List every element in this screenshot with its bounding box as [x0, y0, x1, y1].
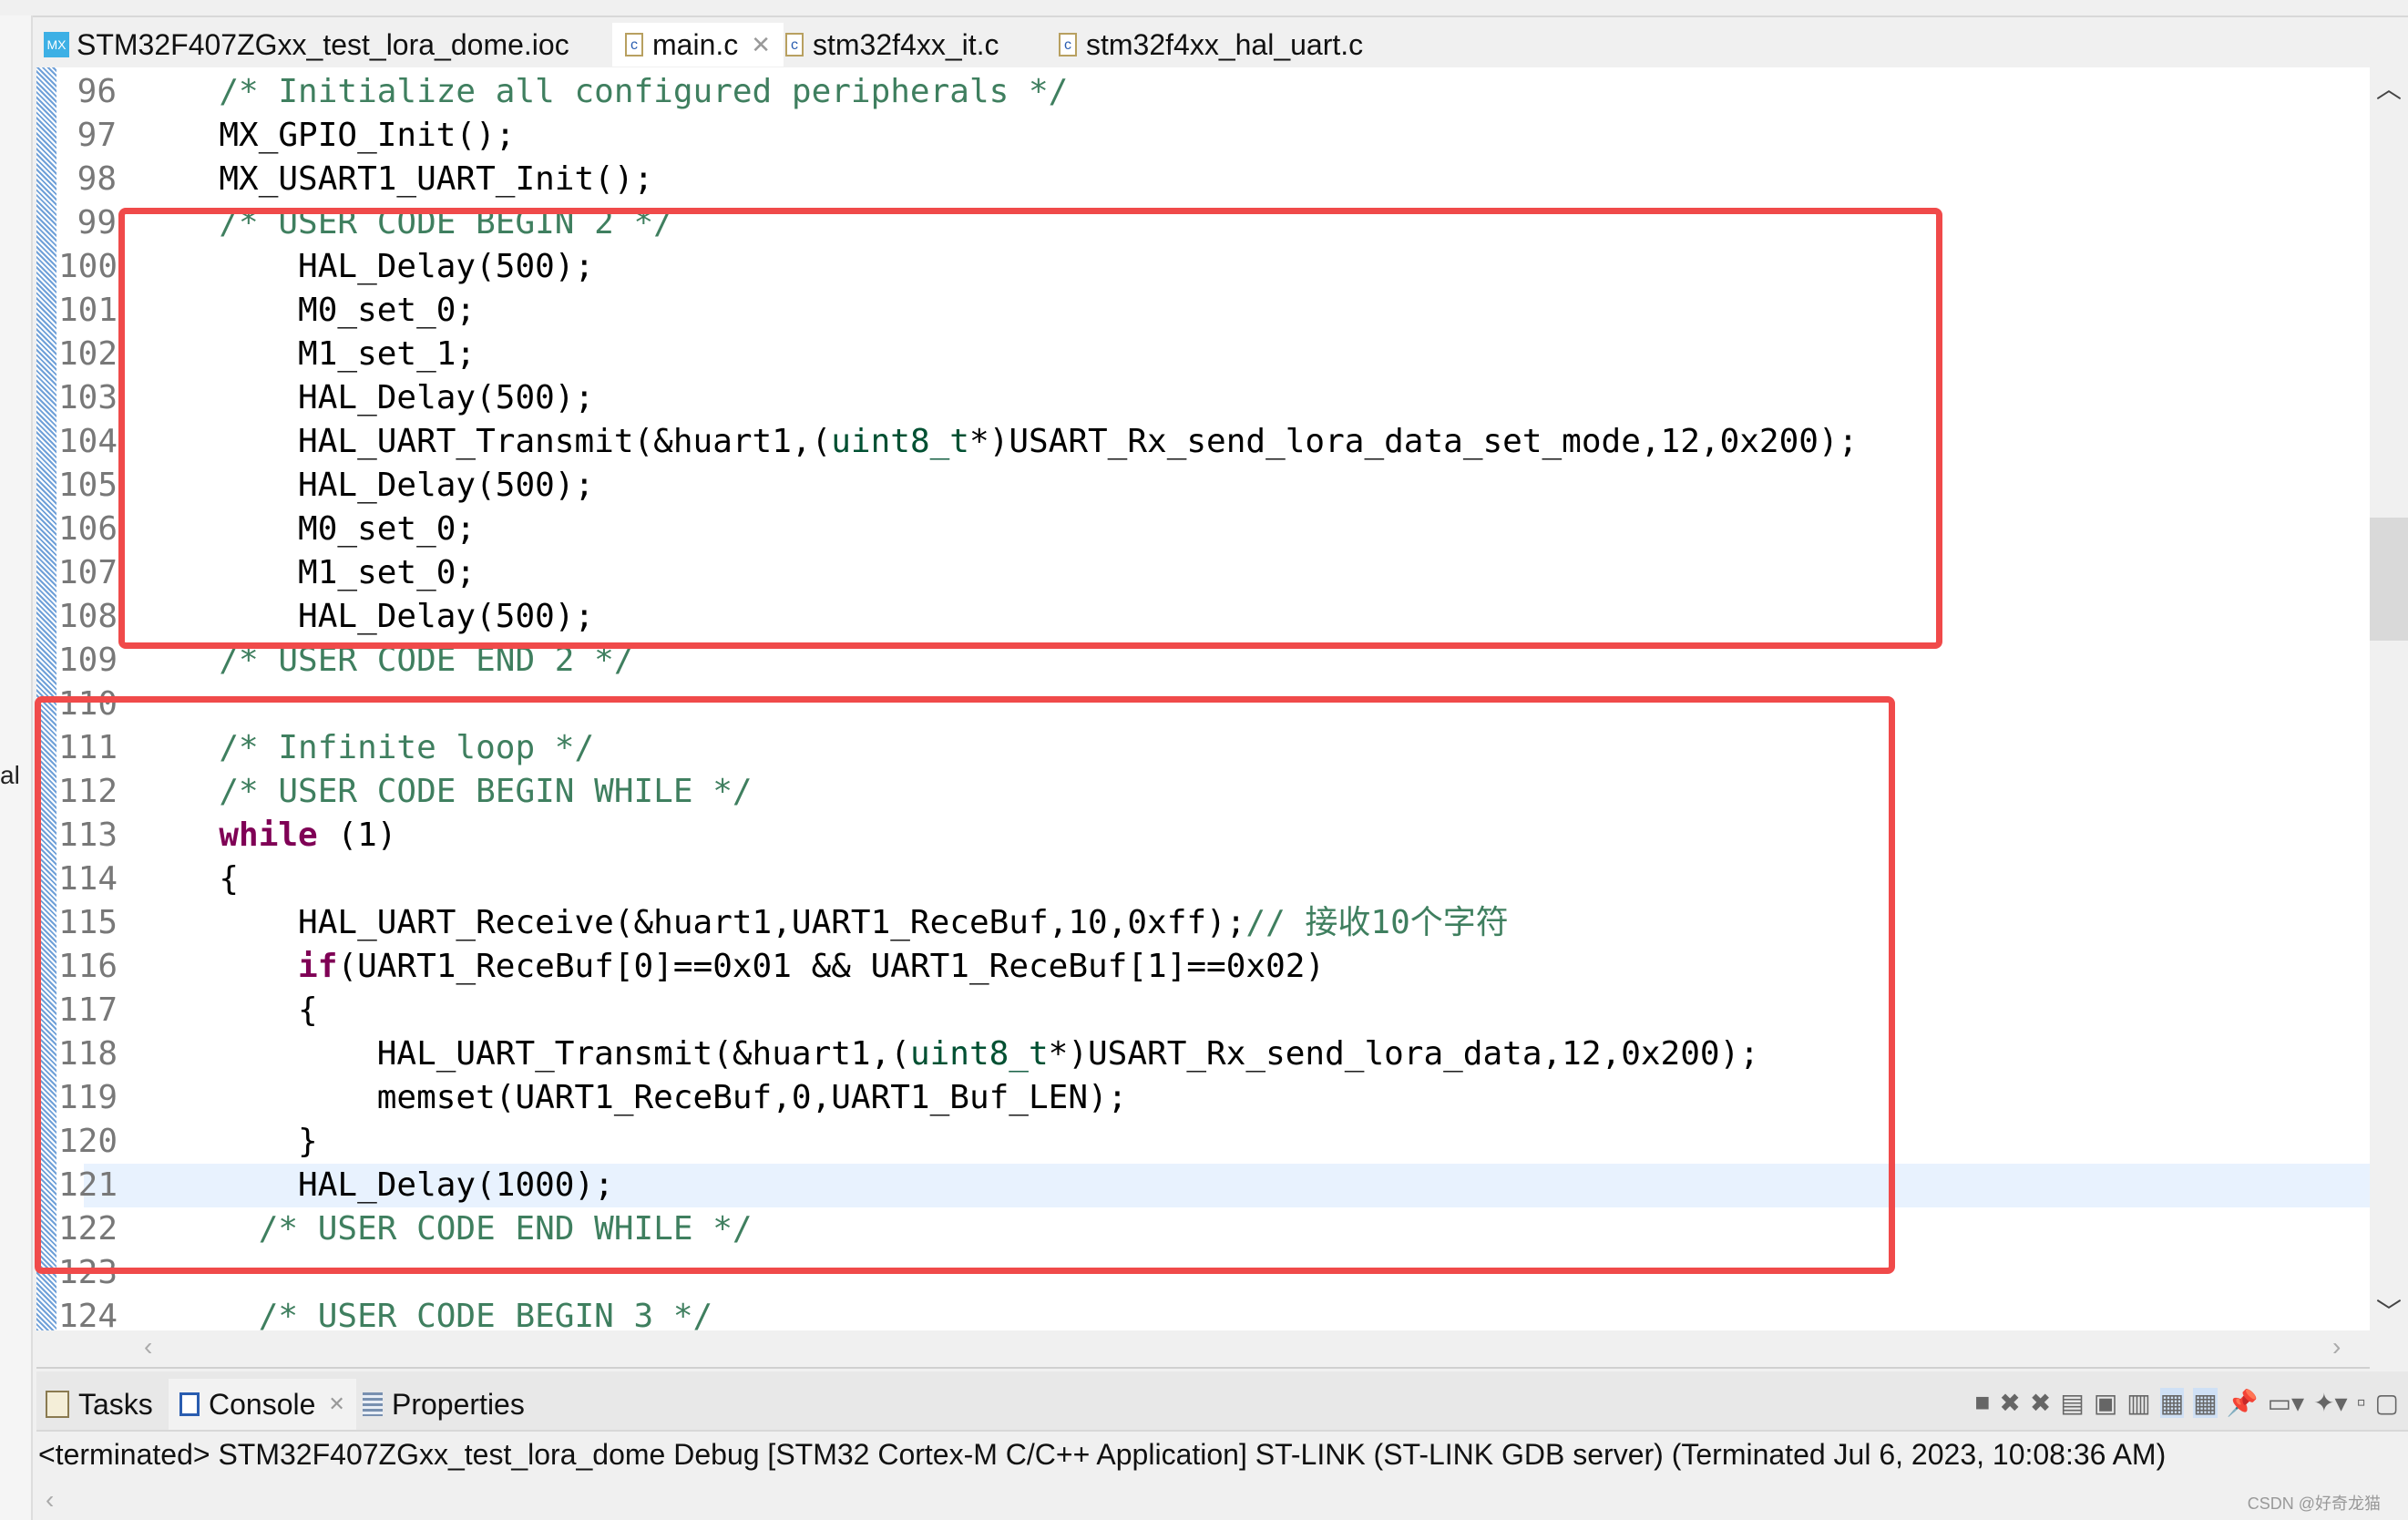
minimize-icon[interactable]: ▫ [2357, 1388, 2366, 1418]
console-toolbar: ■ ✖ ✖ ▤ ▣ ▥ ▦ ▦ 📌 ▭▾ ✦▾ ▫ ▢ [1974, 1388, 2399, 1418]
bottom-panel-tabs: Tasks Console ✕ Properties ■ ✖ ✖ ▤ ▣ ▥ ▦… [36, 1371, 2408, 1432]
tab-label: Console [209, 1387, 316, 1421]
line-number: 106 [58, 510, 118, 548]
scroll-down-icon[interactable]: ﹀ [2376, 1292, 2402, 1329]
show-on-stderr-icon[interactable]: ▦ [2193, 1388, 2218, 1418]
clear-console-icon[interactable]: ▤ [2060, 1388, 2084, 1418]
tasks-icon [46, 1391, 69, 1418]
tab-label: Properties [392, 1387, 525, 1421]
pin-console-icon[interactable]: 📌 [2227, 1388, 2259, 1418]
watermark: CSDN @好奇龙猫 [2247, 1494, 2381, 1513]
code-line[interactable]: 97 MX_GPIO_Init(); [36, 114, 2370, 158]
code-text: MX_GPIO_Init(); [179, 114, 515, 158]
scroll-lock-icon[interactable]: ▣ [2094, 1388, 2117, 1418]
line-number: 103 [58, 379, 118, 416]
line-number: 124 [58, 1298, 118, 1330]
tab-label: stm32f4xx_it.c [813, 27, 999, 61]
remove-launch-icon[interactable]: ✖ [1999, 1388, 2020, 1418]
line-number: 105 [58, 467, 118, 504]
tab-label: stm32f4xx_hal_uart.c [1086, 27, 1364, 61]
show-on-stdout-icon[interactable]: ▦ [2159, 1388, 2185, 1418]
tab-label: Tasks [78, 1387, 153, 1421]
remove-all-launches-icon[interactable]: ✖ [2030, 1388, 2051, 1418]
line-number: 108 [58, 598, 118, 635]
mx-icon: MX [44, 32, 69, 57]
annotation-box-init [118, 208, 1942, 649]
terminate-icon[interactable]: ■ [1974, 1388, 1990, 1418]
console-horizontal-scrollbar[interactable]: ‹ [36, 1485, 2408, 1520]
properties-icon [363, 1392, 383, 1416]
maximize-icon[interactable]: ▢ [2375, 1388, 2399, 1418]
main-toolbar [0, 0, 2408, 17]
line-number: 100 [58, 248, 118, 285]
code-text: MX_USART1_UART_Init(); [179, 158, 653, 201]
code-text: /* Initialize all configured peripherals… [179, 70, 1068, 114]
code-token-plain: MX_GPIO_Init(); [179, 117, 516, 154]
tab-stm32f4xx-it-c[interactable]: c stm32f4xx_it.c [785, 23, 999, 67]
tab-ioc[interactable]: MX STM32F407ZGxx_test_lora_dome.ioc [44, 23, 569, 67]
open-console-icon[interactable]: ✦▾ [2313, 1388, 2348, 1418]
tab-main-c[interactable]: c main.c ✕ [612, 23, 784, 67]
tab-properties[interactable]: Properties [363, 1379, 525, 1430]
line-number: 101 [58, 292, 118, 329]
c-file-icon: c [785, 33, 804, 56]
tab-tasks[interactable]: Tasks [46, 1379, 153, 1430]
close-icon[interactable]: ✕ [328, 1392, 344, 1416]
code-line[interactable]: 96 /* Initialize all configured peripher… [36, 70, 2370, 114]
vertical-scrollbar[interactable] [2370, 67, 2408, 1330]
vertical-scrollbar-thumb[interactable] [2370, 518, 2408, 641]
close-icon[interactable]: ✕ [751, 31, 771, 59]
line-number: 99 [77, 204, 117, 241]
tab-label: STM32F407ZGxx_test_lora_dome.ioc [77, 27, 569, 61]
scroll-left-icon[interactable]: ‹ [144, 1332, 152, 1361]
code-line[interactable]: 98 MX_USART1_UART_Init(); [36, 158, 2370, 201]
code-line[interactable]: 124 /* USER CODE BEGIN 3 */ [36, 1295, 2370, 1330]
c-file-icon: c [625, 33, 643, 56]
line-number: 104 [58, 423, 118, 460]
line-number: 98 [77, 160, 117, 198]
tab-label: main.c [652, 27, 739, 61]
line-number: 109 [58, 642, 118, 679]
line-number: 96 [77, 73, 117, 110]
scroll-left-icon[interactable]: ‹ [46, 1485, 54, 1515]
code-token-comment: /* Initialize all configured peripherals… [179, 73, 1069, 110]
tab-stm32f4xx-hal-uart-c[interactable]: c stm32f4xx_hal_uart.c [1059, 23, 1363, 67]
line-number: 97 [77, 117, 117, 154]
code-token-comment: /* USER CODE BEGIN 3 */ [179, 1298, 713, 1330]
word-wrap-icon[interactable]: ▥ [2126, 1388, 2150, 1418]
c-file-icon: c [1059, 33, 1077, 56]
horizontal-scrollbar[interactable]: ‹ › [36, 1330, 2370, 1369]
tab-console[interactable]: Console ✕ [169, 1379, 356, 1430]
code-text: /* USER CODE BEGIN 3 */ [179, 1295, 713, 1330]
scroll-right-icon[interactable]: › [2332, 1332, 2341, 1361]
console-output[interactable]: <terminated> STM32F407ZGxx_test_lora_dom… [36, 1432, 2408, 1484]
line-number: 107 [58, 554, 118, 591]
left-panel-text-fragment: al [0, 761, 20, 789]
annotation-box-loop [35, 696, 1895, 1274]
code-token-plain: MX_USART1_UART_Init(); [179, 160, 654, 198]
display-console-icon[interactable]: ▭▾ [2268, 1388, 2305, 1418]
editor-tab-bar: MX STM32F407ZGxx_test_lora_dome.ioc c ma… [36, 17, 2408, 68]
console-icon [179, 1392, 200, 1416]
scroll-up-icon[interactable]: ︿ [2376, 69, 2402, 106]
line-number: 102 [58, 335, 118, 373]
